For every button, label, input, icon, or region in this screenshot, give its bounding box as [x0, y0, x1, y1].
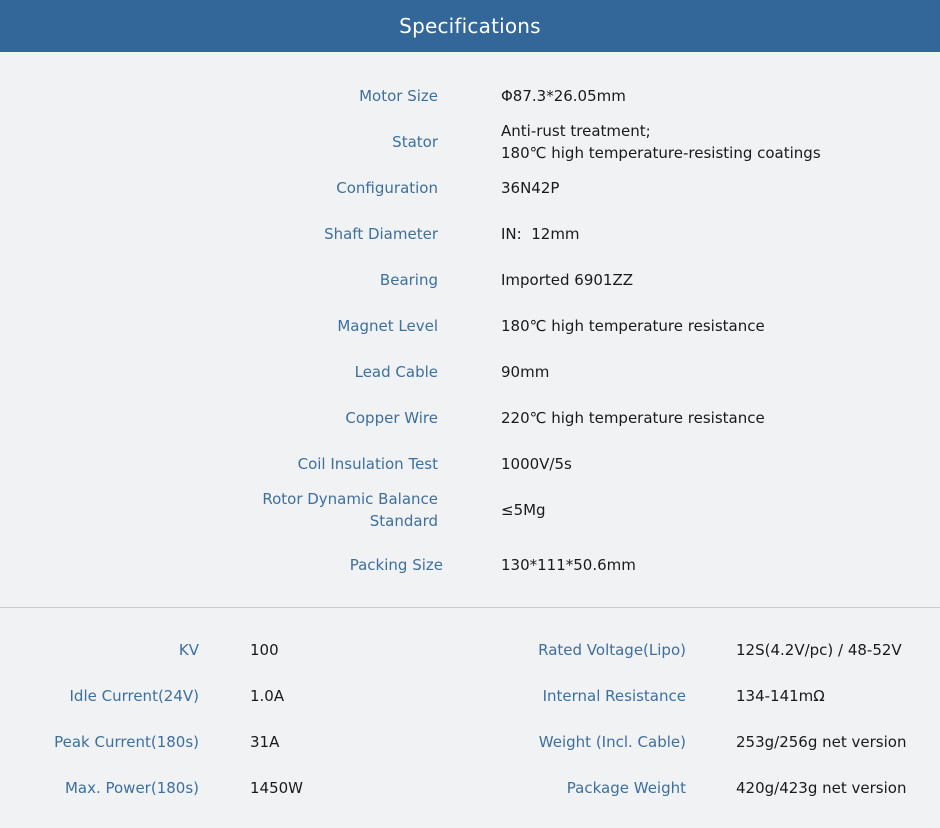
spec-label: Copper Wire: [345, 409, 438, 427]
spec-label-line: Standard: [369, 512, 438, 530]
electrical-label: Internal Resistance: [542, 687, 686, 705]
specifications-table: Motor Size Φ87.3*26.05mm Stator Anti-rus…: [0, 52, 940, 607]
spec-row-copper-wire: Copper Wire 220℃ high temperature resist…: [0, 395, 940, 441]
electrical-row: Idle Current(24V) 1.0A Internal Resistan…: [0, 673, 940, 719]
spec-label: Bearing: [379, 271, 438, 289]
spec-value: ≤5Mg: [501, 501, 546, 519]
electrical-value: 1.0A: [250, 687, 285, 705]
spec-row-magnet-level: Magnet Level 180℃ high temperature resis…: [0, 303, 940, 349]
spec-label: Stator: [392, 133, 438, 151]
spec-row-coil-insulation-test: Coil Insulation Test 1000V/5s: [0, 441, 940, 487]
spec-value: 1000V/5s: [501, 455, 572, 473]
spec-row-configuration: Configuration 36N42P: [0, 165, 940, 211]
spec-label: Configuration: [336, 179, 438, 197]
electrical-value: 12S(4.2V/pc) / 48-52V: [736, 641, 902, 659]
spec-label: Shaft Diameter: [324, 225, 438, 243]
electrical-specs-table: KV 100 Rated Voltage(Lipo) 12S(4.2V/pc) …: [0, 608, 940, 828]
spec-value: Φ87.3*26.05mm: [501, 87, 626, 105]
spec-row-lead-cable: Lead Cable 90mm: [0, 349, 940, 395]
spec-label-line: Rotor Dynamic Balance: [262, 490, 438, 508]
electrical-row: KV 100 Rated Voltage(Lipo) 12S(4.2V/pc) …: [0, 627, 940, 673]
spec-label: Magnet Level: [337, 317, 438, 335]
electrical-row: Max. Power(180s) 1450W Package Weight 42…: [0, 765, 940, 811]
spec-row-bearing: Bearing Imported 6901ZZ: [0, 257, 940, 303]
spec-row-rotor-dynamic-balance: Rotor Dynamic Balance Standard ≤5Mg: [0, 487, 940, 533]
spec-label: Coil Insulation Test: [297, 455, 438, 473]
spec-row-packing-size: Packing Size 130*111*50.6mm: [0, 542, 940, 588]
electrical-label: Weight (Incl. Cable): [538, 733, 686, 751]
electrical-label: KV: [178, 641, 199, 659]
electrical-label: Max. Power(180s): [64, 779, 199, 797]
electrical-label: Peak Current(180s): [54, 733, 199, 751]
spec-value: Imported 6901ZZ: [501, 271, 634, 289]
electrical-row: Peak Current(180s) 31A Weight (Incl. Cab…: [0, 719, 940, 765]
spec-value-line: Anti-rust treatment;: [501, 122, 651, 140]
electrical-value: 134-141mΩ: [736, 687, 825, 705]
spec-label: Rotor Dynamic Balance Standard: [262, 487, 438, 533]
spec-value: 180℃ high temperature resistance: [501, 317, 765, 335]
spec-label: Motor Size: [359, 87, 438, 105]
spec-label: Packing Size: [349, 556, 443, 574]
electrical-label: Rated Voltage(Lipo): [538, 641, 686, 659]
spec-value-line: 180℃ high temperature-resisting coatings: [501, 144, 821, 162]
spec-value: 220℃ high temperature resistance: [501, 409, 765, 427]
electrical-label: Package Weight: [566, 779, 686, 797]
spec-value: 36N42P: [501, 179, 560, 197]
spec-row-stator: Stator Anti-rust treatment; 180℃ high te…: [0, 119, 940, 165]
spec-value: 130*111*50.6mm: [501, 556, 636, 574]
spec-row-shaft-diameter: Shaft Diameter IN: 12mm: [0, 211, 940, 257]
electrical-value: 31A: [250, 733, 280, 751]
spec-value: Anti-rust treatment; 180℃ high temperatu…: [501, 119, 821, 165]
electrical-label: Idle Current(24V): [69, 687, 200, 705]
header-bar: Specifications: [0, 0, 940, 52]
spec-value: 90mm: [501, 363, 550, 381]
spec-row-motor-size: Motor Size Φ87.3*26.05mm: [0, 73, 940, 119]
electrical-value: 420g/423g net version: [736, 779, 907, 797]
electrical-value: 100: [250, 641, 279, 659]
electrical-value: 253g/256g net version: [736, 733, 907, 751]
spec-value: IN: 12mm: [501, 225, 580, 243]
page-title: Specifications: [399, 14, 541, 38]
spec-label: Lead Cable: [354, 363, 438, 381]
electrical-value: 1450W: [250, 779, 304, 797]
